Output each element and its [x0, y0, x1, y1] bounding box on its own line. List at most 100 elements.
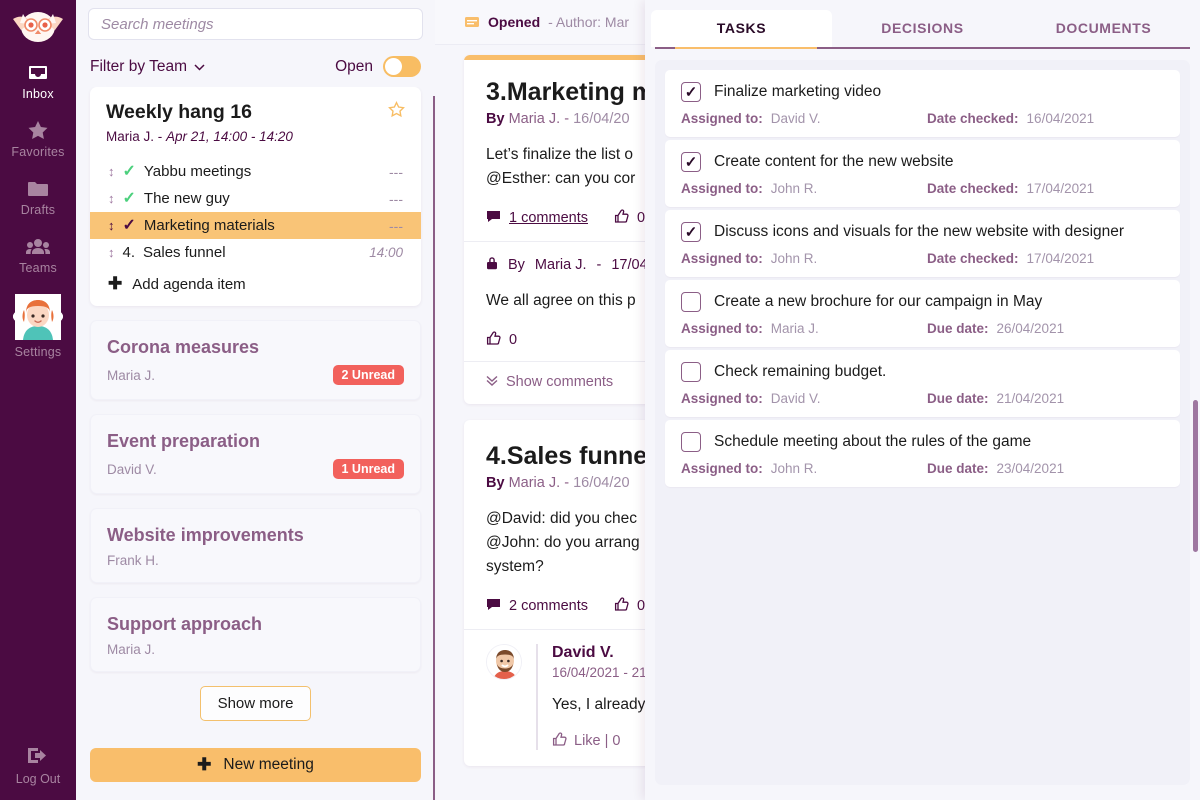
meeting-list-item-0[interactable]: Corona measures Maria J. 2 Unread — [90, 320, 421, 400]
task-list: ✓ Finalize marketing video Assigned to: … — [655, 60, 1190, 785]
tab-decisions[interactable]: DECISIONS — [832, 10, 1013, 47]
check-icon: ✓ — [684, 153, 698, 171]
show-more-button[interactable]: Show more — [199, 686, 312, 721]
star-outline-icon[interactable] — [388, 101, 405, 122]
unread-badge: 2 Unread — [332, 365, 404, 385]
meeting-list-item-3[interactable]: Support approach Maria J. — [90, 597, 421, 672]
task-checkbox[interactable]: ✓ — [681, 82, 701, 102]
task-assignee: John R. — [770, 181, 818, 196]
task-row[interactable]: ✓ Create content for the new website Ass… — [665, 140, 1180, 207]
meeting-list-item-2[interactable]: Website improvements Frank H. — [90, 508, 421, 583]
task-assignee-group: Assigned to: David V. — [681, 391, 927, 406]
task-date-label: Due date: — [927, 391, 989, 406]
post-sep: - — [564, 111, 570, 127]
sidebar-item-inbox[interactable]: Inbox — [0, 52, 76, 110]
agenda-item-1[interactable]: ↕ ✓ The new guy --- — [90, 185, 421, 212]
task-row[interactable]: ✓ Finalize marketing video Assigned to: … — [665, 70, 1180, 137]
meeting-organizer: Maria J. — [106, 129, 155, 144]
post-like-button[interactable]: 0 — [614, 209, 645, 227]
thumbs-up-icon — [486, 331, 501, 349]
show-more-wrap: Show more — [90, 686, 421, 721]
drag-handle-icon[interactable]: ↕ — [108, 219, 115, 232]
agenda-item-3[interactable]: ↕ 4. Sales funnel 14:00 — [90, 239, 421, 266]
task-date: 17/04/2021 — [1026, 181, 1095, 196]
tab-tasks[interactable]: TASKS — [651, 10, 832, 47]
meeting-meta-row: Frank H. — [107, 553, 404, 568]
new-meeting-button[interactable]: ✚ New meeting — [90, 748, 421, 782]
meeting-title: Website improvements — [107, 525, 304, 545]
meeting-title: Support approach — [107, 614, 263, 634]
search-input[interactable] — [88, 8, 423, 40]
thumbs-up-icon — [614, 597, 629, 615]
task-head: ✓ Finalize marketing video — [681, 82, 1164, 102]
task-row[interactable]: ✓ Discuss icons and visuals for the new … — [665, 210, 1180, 277]
meeting-title: Event preparation — [107, 431, 261, 451]
task-checkbox[interactable]: ✓ — [681, 222, 701, 242]
filter-by-team-label: Filter by Team — [90, 57, 188, 75]
task-row[interactable]: Check remaining budget. Assigned to: Dav… — [665, 350, 1180, 417]
task-checkbox[interactable] — [681, 292, 701, 312]
assigned-to-label: Assigned to: — [681, 321, 763, 336]
open-toggle-group: Open — [335, 56, 421, 77]
task-date-label: Due date: — [927, 461, 989, 476]
sidebar-item-favorites[interactable]: Favorites — [0, 110, 76, 168]
drag-handle-icon[interactable]: ↕ — [108, 165, 115, 178]
drag-handle-icon[interactable]: ↕ — [108, 246, 115, 259]
thumbs-up-icon — [614, 209, 629, 227]
meetings-column: Filter by Team Open Weekly hang 16 — [76, 0, 435, 800]
tab-documents[interactable]: DOCUMENTS — [1013, 10, 1194, 47]
decision-sep: - — [596, 256, 602, 273]
post-like-button[interactable]: 0 — [614, 597, 645, 615]
add-agenda-item-button[interactable]: ✚ Add agenda item — [106, 266, 405, 300]
meeting-card-selected[interactable]: Weekly hang 16 Maria J. - Apr 21, 14:00 … — [90, 87, 421, 306]
agenda-list: ↕ ✓ Yabbu meetings --- ↕ ✓ The new guy -… — [90, 158, 421, 300]
task-date: 17/04/2021 — [1026, 251, 1095, 266]
tasks-panel-scrollbar[interactable] — [1193, 400, 1198, 552]
agenda-item-number: 4. — [122, 244, 136, 261]
sidebar-item-drafts[interactable]: Drafts — [0, 168, 76, 226]
task-row[interactable]: Schedule meeting about the rules of the … — [665, 420, 1180, 487]
meeting-meta-row: David V. 1 Unread — [107, 459, 404, 479]
task-meta: Assigned to: David V. Date checked: 16/0… — [681, 111, 1164, 126]
task-head: Create a new brochure for our campaign i… — [681, 292, 1164, 312]
task-checkbox[interactable] — [681, 432, 701, 452]
task-date-group: Date checked: 17/04/2021 — [927, 181, 1094, 196]
post-author: Maria J. — [508, 111, 561, 127]
task-checkbox[interactable] — [681, 362, 701, 382]
task-date-label: Due date: — [927, 321, 989, 336]
task-assignee-group: Assigned to: John R. — [681, 461, 927, 476]
task-date: 23/04/2021 — [996, 461, 1065, 476]
opened-status: Opened — [488, 14, 541, 30]
filter-by-team-dropdown[interactable]: Filter by Team — [90, 58, 205, 76]
task-checkbox[interactable]: ✓ — [681, 152, 701, 172]
task-meta: Assigned to: John R. Due date: 23/04/202… — [681, 461, 1164, 476]
task-title: Finalize marketing video — [714, 83, 882, 100]
decision-like-button[interactable]: 0 — [486, 331, 517, 349]
drag-handle-icon[interactable]: ↕ — [108, 192, 115, 205]
post-comments-button[interactable]: 1 comments — [486, 210, 588, 227]
task-date-group: Due date: 26/04/2021 — [927, 321, 1064, 336]
task-assignee: Maria J. — [770, 321, 819, 336]
sidebar-item-settings[interactable]: Settings — [0, 284, 76, 368]
task-assignee: John R. — [770, 251, 818, 266]
task-row[interactable]: Create a new brochure for our campaign i… — [665, 280, 1180, 347]
sidebar-item-teams[interactable]: Teams — [0, 226, 76, 284]
owl-logo-icon[interactable] — [5, 6, 71, 46]
show-comments-label: Show comments — [506, 374, 614, 391]
meeting-list: Weekly hang 16 Maria J. - Apr 21, 14:00 … — [76, 87, 435, 748]
assigned-to-label: Assigned to: — [681, 181, 763, 196]
meeting-list-item-1[interactable]: Event preparation David V. 1 Unread — [90, 414, 421, 494]
check-icon: ✓ — [684, 83, 698, 101]
agenda-item-2[interactable]: ↕ ✓ Marketing materials --- — [90, 212, 421, 239]
agenda-item-0[interactable]: ↕ ✓ Yabbu meetings --- — [90, 158, 421, 185]
inbox-icon — [0, 62, 76, 84]
logout-button[interactable]: Log Out — [0, 747, 76, 786]
task-assignee: David V. — [770, 391, 821, 406]
sidebar-item-label: Inbox — [22, 87, 54, 101]
check-icon: ✓ — [684, 223, 698, 241]
avatar-icon — [0, 294, 76, 342]
task-date-group: Due date: 23/04/2021 — [927, 461, 1064, 476]
open-toggle[interactable] — [383, 56, 421, 77]
post-comments-button[interactable]: 2 comments — [486, 598, 588, 615]
detail-author: - Author: Mar — [548, 14, 630, 30]
